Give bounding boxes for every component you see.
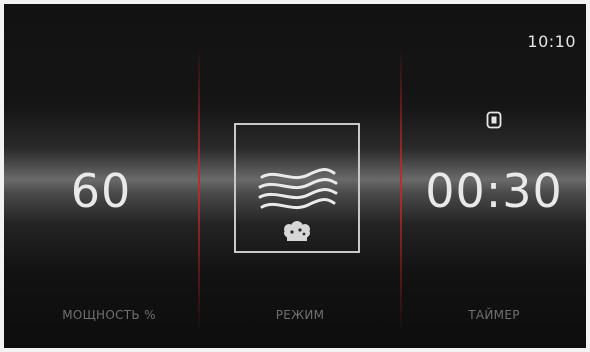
oven-display-screen: 10:10 60 МОЩНОСТЬ % РЕЖИМ 00:30 ТАЙМЕР [4,4,586,348]
power-value: 60 [70,164,132,218]
timer-label: ТАЙМЕР [468,308,520,322]
timer-value: 00:30 [425,164,563,218]
timer-lock-icon [486,111,502,129]
mode-icon-frame[interactable] [234,123,360,253]
timer-panel[interactable]: 00:30 ТАЙМЕР [402,4,586,348]
power-label: МОЩНОСТЬ % [62,308,156,322]
steam-heat-icon [258,168,338,241]
power-panel[interactable]: 60 МОЩНОСТЬ % [4,4,198,348]
mode-label: РЕЖИМ [275,308,325,322]
